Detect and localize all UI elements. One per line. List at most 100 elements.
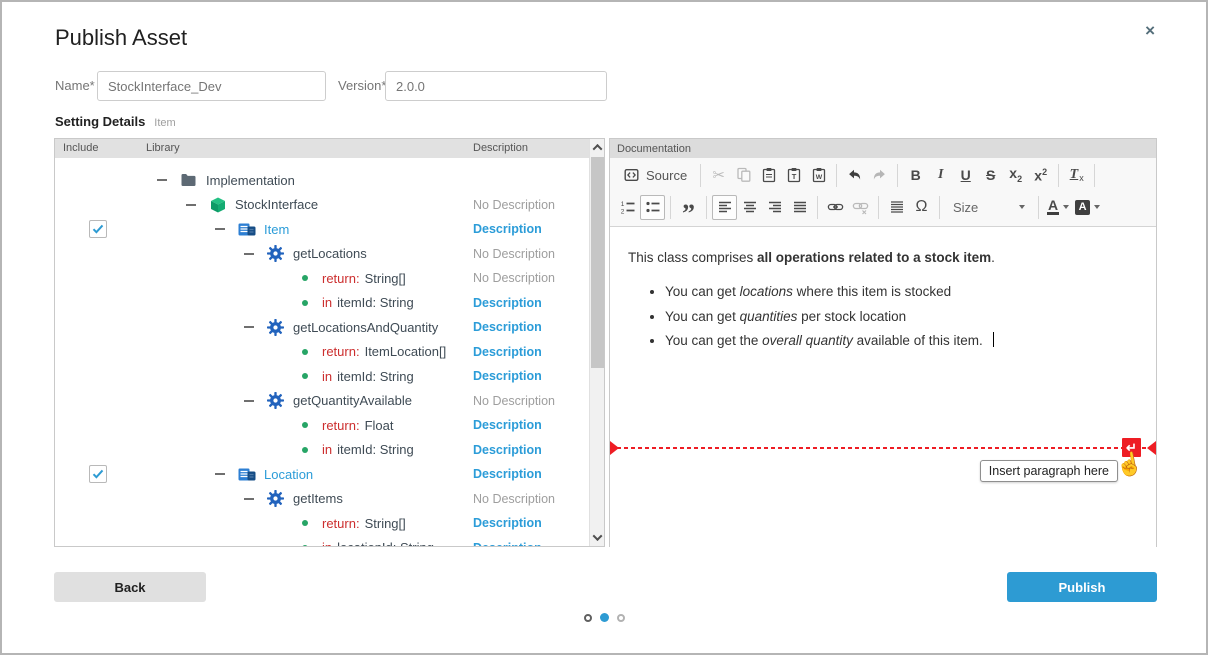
line-spacing-button[interactable]	[884, 195, 909, 220]
tree-node-label[interactable]: StockInterface	[235, 197, 318, 212]
table-row[interactable]: return:String[]No Description	[55, 266, 589, 291]
publish-button[interactable]: Publish	[1007, 572, 1157, 602]
tree-node-label[interactable]: Implementation	[206, 173, 295, 188]
table-row[interactable]: initemId: String Description	[55, 364, 589, 389]
include-checkbox[interactable]	[89, 220, 107, 238]
table-row[interactable]: Item Description	[55, 217, 589, 242]
link-button[interactable]	[823, 195, 848, 220]
strikethrough-button[interactable]: S	[978, 163, 1003, 188]
pager-dot[interactable]	[584, 614, 592, 622]
description-link[interactable]: Description	[473, 222, 542, 236]
tree-node-label[interactable]: return:String[]	[322, 271, 406, 286]
vertical-scrollbar[interactable]	[589, 139, 604, 546]
text-color-button[interactable]: A	[1044, 195, 1072, 220]
table-row[interactable]: return:Float Description	[55, 413, 589, 438]
description-link[interactable]: Description	[473, 320, 542, 334]
table-row[interactable]: getLocationsNo Description	[55, 242, 589, 267]
caret-down-icon	[1063, 205, 1069, 209]
collapse-icon[interactable]	[242, 400, 256, 402]
cut-button: ✂	[706, 163, 731, 188]
table-row[interactable]: Location Description	[55, 462, 589, 487]
italic-button[interactable]: I	[928, 163, 953, 188]
version-field[interactable]	[385, 71, 607, 101]
tree-node-label[interactable]: initemId: String	[322, 442, 414, 457]
description-link[interactable]: Description	[473, 443, 542, 457]
name-field[interactable]	[97, 71, 326, 101]
tree-node-label[interactable]: getLocations	[293, 246, 367, 261]
pager-dot[interactable]	[617, 614, 625, 622]
background-color-button[interactable]: A	[1072, 195, 1103, 220]
underline-button[interactable]: U	[953, 163, 978, 188]
source-button[interactable]: Source	[615, 163, 695, 188]
tree-node-label[interactable]: getLocationsAndQuantity	[293, 320, 438, 335]
magicline-left-arrow-icon	[610, 441, 619, 455]
tree-node-label[interactable]: getItems	[293, 491, 343, 506]
tree-node-label[interactable]: initemId: String	[322, 369, 414, 384]
caret-down-icon	[1019, 205, 1025, 209]
remove-format-button[interactable]: Tx	[1064, 163, 1089, 188]
table-row[interactable]: getLocationsAndQuantity Description	[55, 315, 589, 340]
blockquote-button[interactable]: ”	[676, 195, 701, 220]
scrollbar-thumb[interactable]	[591, 157, 604, 368]
table-row[interactable]: inlocationId: String Description	[55, 536, 589, 547]
description-link[interactable]: Description	[473, 418, 542, 432]
pager-dot-active[interactable]	[600, 613, 609, 622]
description-link[interactable]: Description	[473, 369, 542, 383]
table-row[interactable]: getItemsNo Description	[55, 487, 589, 512]
bulleted-list-button[interactable]	[640, 195, 665, 220]
special-character-button[interactable]: Ω	[909, 195, 934, 220]
collapse-icon[interactable]	[213, 228, 227, 230]
undo-button[interactable]	[842, 163, 867, 188]
align-center-button[interactable]	[737, 195, 762, 220]
align-justify-button[interactable]	[787, 195, 812, 220]
table-row[interactable]: return:ItemLocation[] Description	[55, 340, 589, 365]
description-link[interactable]: Description	[473, 296, 542, 310]
close-icon[interactable]: ×	[1145, 22, 1155, 39]
table-row[interactable]: initemId: String Description	[55, 291, 589, 316]
description-link[interactable]: Description	[473, 345, 542, 359]
class-icon	[237, 467, 256, 482]
paste-plain-text-button[interactable]: T	[781, 163, 806, 188]
column-header-library: Library	[146, 142, 180, 154]
description-link[interactable]: Description	[473, 541, 542, 546]
back-button[interactable]: Back	[54, 572, 206, 602]
superscript-button[interactable]: x2	[1028, 163, 1053, 188]
collapse-icon[interactable]	[213, 473, 227, 475]
collapse-icon[interactable]	[242, 326, 256, 328]
subscript-button[interactable]: x2	[1003, 163, 1028, 188]
tree-node-label[interactable]: Location	[264, 467, 313, 482]
table-row[interactable]: initemId: String Description	[55, 438, 589, 463]
scroll-up-button[interactable]	[590, 139, 605, 156]
rich-text-editor[interactable]: This class comprises all operations rela…	[610, 227, 1156, 547]
bullet-icon	[295, 447, 314, 453]
align-right-button[interactable]	[762, 195, 787, 220]
tree-node-label[interactable]: Item	[264, 222, 289, 237]
table-row[interactable]: return:String[] Description	[55, 511, 589, 536]
collapse-icon[interactable]	[184, 204, 198, 206]
tree-node-label[interactable]: getQuantityAvailable	[293, 393, 412, 408]
insert-paragraph-line[interactable]: ↵ Insert paragraph here ☝	[610, 447, 1156, 449]
font-size-dropdown[interactable]: Size	[945, 195, 1033, 220]
table-row[interactable]: getQuantityAvailableNo Description	[55, 389, 589, 414]
paste-from-word-button[interactable]: W	[806, 163, 831, 188]
collapse-icon[interactable]	[242, 253, 256, 255]
bullet-icon	[295, 545, 314, 546]
description-link[interactable]: Description	[473, 467, 542, 481]
description-link[interactable]: Description	[473, 516, 542, 530]
bold-button[interactable]: B	[903, 163, 928, 188]
table-row[interactable]: StockInterfaceNo Description	[55, 193, 589, 218]
align-left-button[interactable]	[712, 195, 737, 220]
collapse-icon[interactable]	[242, 498, 256, 500]
collapse-icon[interactable]	[155, 179, 169, 181]
tree-node-label[interactable]: inlocationId: String	[322, 540, 434, 546]
scroll-down-button[interactable]	[590, 529, 605, 546]
tree-node-label[interactable]: return:Float	[322, 418, 393, 433]
tree-node-label[interactable]: return:ItemLocation[]	[322, 344, 446, 359]
numbered-list-button[interactable]: 12	[615, 195, 640, 220]
tree-node-label[interactable]: initemId: String	[322, 295, 414, 310]
include-checkbox[interactable]	[89, 465, 107, 483]
tree-node-label[interactable]: return:String[]	[322, 516, 406, 531]
table-row[interactable]: Implementation	[55, 168, 589, 193]
paste-button[interactable]	[756, 163, 781, 188]
toolbar-separator	[706, 196, 707, 219]
